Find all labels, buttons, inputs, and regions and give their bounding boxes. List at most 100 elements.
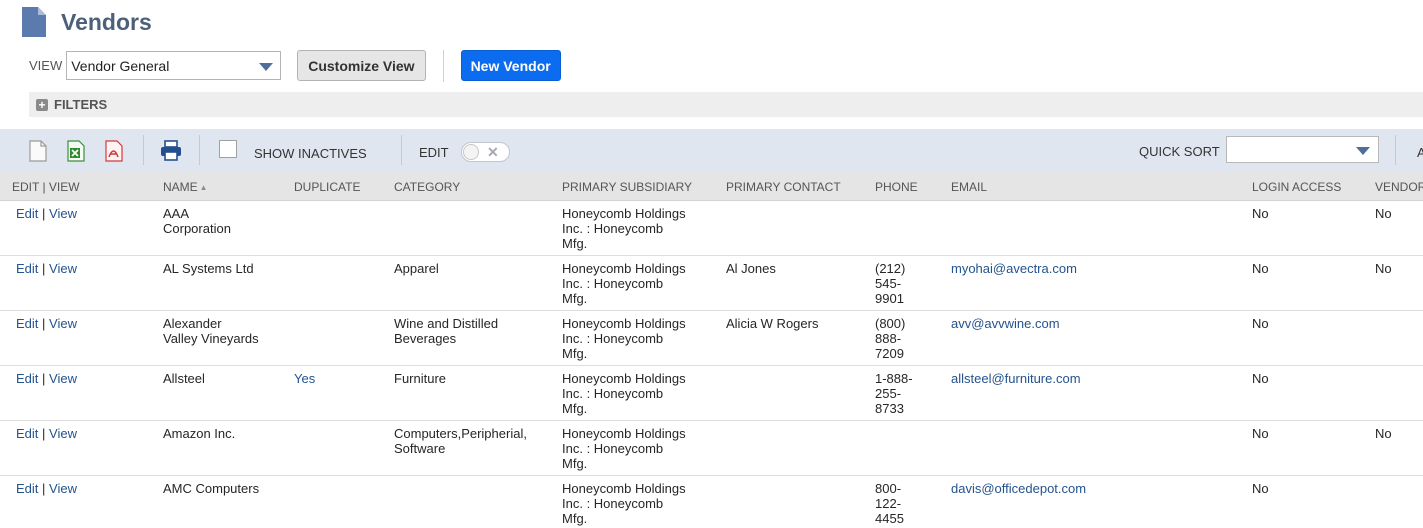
vendor-name: AL Systems Ltd [163,261,254,276]
edit-view-links: Edit | View [16,426,77,441]
quick-sort-label: QUICK SORT [1139,144,1220,159]
email-link[interactable]: myohai@avectra.com [951,261,1077,276]
vendor-name: Alexander Valley Vineyards [163,316,259,346]
table-row: Edit | View AL Systems Ltd Apparel Honeycom… [0,256,1423,311]
table-row: Edit | View Alexander Valley Vineyards Wine… [0,311,1423,366]
link-separator: | [38,206,50,221]
subsidiary-cell: Honeycomb Holdings Inc. : Honeycomb Mfg. [562,206,686,251]
category-cell: Apparel [394,261,439,276]
edit-link[interactable]: Edit [16,481,38,496]
vendor-name: AMC Computers [163,481,260,496]
document-icon [22,7,46,37]
category-cell: Wine and Distilled Beverages [394,316,499,346]
table-row: Edit | View Allsteel Yes Furniture Honeycomb… [0,366,1423,421]
view-select-value: Vendor General [71,57,170,74]
login-access-cell: No [1252,261,1269,276]
view-controls: VIEW Vendor General Customize View New V… [29,49,561,82]
plus-icon: + [36,98,48,111]
subsidiary-cell: Honeycomb Holdings Inc. : Honeycomb Mfg. [562,261,686,306]
duplicate-link[interactable]: Yes [294,371,315,386]
sort-ascending-icon: ▲ [199,183,208,192]
phone-cell: (212) 545- 9901 [875,261,906,306]
print-icon[interactable] [160,140,182,161]
col-name-label: NAME [163,180,198,194]
view-link[interactable]: View [49,426,77,441]
view-link[interactable]: View [49,371,77,386]
category-cell: Computers,Peripherial, Software [394,426,527,456]
login-access-cell: No [1252,481,1269,496]
link-separator: | [38,481,50,496]
edit-link[interactable]: Edit [16,206,38,221]
edit-view-links: Edit | View [16,371,77,386]
col-primary-contact[interactable]: PRIMARY CONTACT [726,180,841,194]
link-separator: | [38,426,50,441]
edit-link[interactable]: Edit [16,316,38,331]
subsidiary-cell: Honeycomb Holdings Inc. : Honeycomb Mfg. [562,481,686,526]
show-inactives-label: SHOW INACTIVES [254,146,367,161]
pdf-export-icon[interactable] [104,140,124,162]
login-access-cell: No [1252,371,1269,386]
subsidiary-cell: Honeycomb Holdings Inc. : Honeycomb Mfg. [562,371,686,416]
view-link[interactable]: View [49,316,77,331]
customize-view-button[interactable]: Customize View [297,50,426,81]
link-separator: | [38,371,50,386]
divider [442,49,444,82]
col-phone[interactable]: PHONE [875,180,918,194]
col-vendor[interactable]: VENDOR [1375,180,1423,194]
divider [199,135,200,165]
table-header: EDIT | VIEW NAME ▲ DUPLICATE CATEGORY PRI… [0,172,1423,201]
col-primary-subsidiary[interactable]: PRIMARY SUBSIDIARY [562,180,692,194]
view-select[interactable]: Vendor General [66,51,282,80]
new-document-icon[interactable] [28,140,48,162]
vendor-cell: No [1375,206,1392,221]
edit-view-links: Edit | View [16,316,77,331]
show-inactives-checkbox[interactable] [219,140,237,158]
col-email[interactable]: EMAIL [951,180,987,194]
chevron-down-icon [259,63,274,71]
link-separator: | [38,261,50,276]
email-link[interactable]: allsteel@furniture.com [951,371,1081,386]
col-edit-view: EDIT | VIEW [12,180,80,194]
quick-sort-select[interactable] [1226,136,1379,163]
col-name[interactable]: NAME ▲ [163,180,208,194]
subsidiary-cell: Honeycomb Holdings Inc. : Honeycomb Mfg. [562,426,686,471]
filters-toggle[interactable]: + FILTERS [29,92,1423,117]
table-row: Edit | View AAA Corporation Honeycomb Holdi… [0,201,1423,256]
edit-view-links: Edit | View [16,261,77,276]
page-header: Vendors [22,6,152,38]
vendor-cell: No [1375,426,1392,441]
phone-cell: (800) 888- 7209 [875,316,906,361]
email-link[interactable]: davis@officedepot.com [951,481,1086,496]
edit-link[interactable]: Edit [16,426,38,441]
subsidiary-cell: Honeycomb Holdings Inc. : Honeycomb Mfg. [562,316,686,361]
new-vendor-button[interactable]: New Vendor [460,50,561,81]
excel-export-icon[interactable] [66,140,86,162]
contact-cell: Al Jones [726,261,776,276]
page-title: Vendors [61,8,152,35]
view-label: VIEW [29,58,63,73]
vendor-name: Amazon Inc. [163,426,236,441]
col-duplicate[interactable]: DUPLICATE [294,180,360,194]
divider [1395,135,1396,165]
vendor-name: Allsteel [163,371,205,386]
email-link[interactable]: avv@avvwine.com [951,316,1060,331]
view-link[interactable]: View [49,481,77,496]
list-toolbar: SHOW INACTIVES EDIT ✕ QUICK SORT A [0,129,1423,172]
view-link[interactable]: View [49,206,77,221]
col-category[interactable]: CATEGORY [394,180,460,194]
login-access-cell: No [1252,426,1269,441]
vendor-cell: No [1375,261,1392,276]
link-separator: | [38,316,50,331]
edit-link[interactable]: Edit [16,261,38,276]
table-row: Edit | View AMC Computers Honeycomb Holdin… [0,476,1423,528]
view-link[interactable]: View [49,261,77,276]
col-login-access[interactable]: LOGIN ACCESS [1252,180,1341,194]
vendor-name: AAA Corporation [163,206,231,236]
toggle-knob [463,144,479,160]
divider [143,135,144,165]
edit-view-links: Edit | View [16,481,77,496]
edit-link[interactable]: Edit [16,371,38,386]
inline-edit-toggle[interactable]: ✕ [461,142,510,162]
edit-view-links: Edit | View [16,206,77,221]
login-access-cell: No [1252,316,1269,331]
